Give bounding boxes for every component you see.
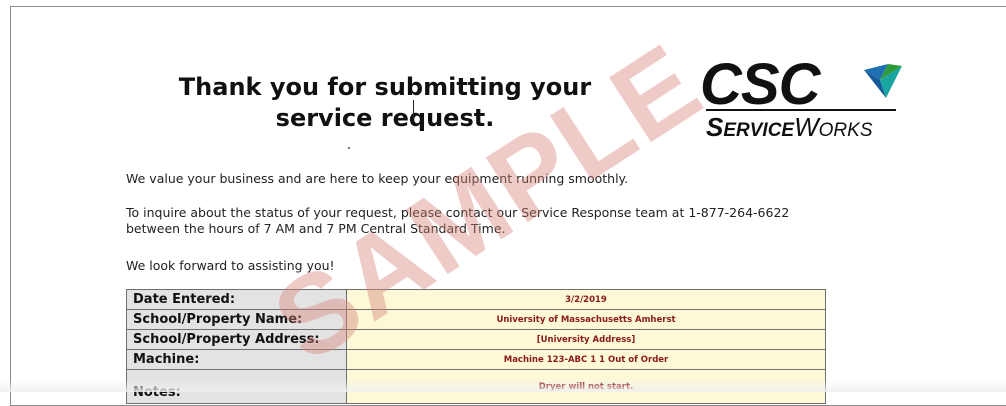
page-heading: Thank you for submitting your service re… — [150, 72, 620, 134]
row-value: Machine 123-ABC 1 1 Out of Order — [346, 349, 826, 370]
logo-brand: CSC — [700, 52, 820, 117]
table-row: Date Entered: 3/2/2019 — [126, 289, 826, 310]
row-label: School/Property Address: — [126, 329, 347, 350]
table-row: School/Property Name: University of Mass… — [126, 309, 826, 330]
row-value: University of Massachusetts Amherst — [346, 309, 826, 330]
intro-paragraph: We value your business and are here to k… — [126, 171, 629, 186]
row-label: School/Property Name: — [126, 309, 347, 330]
bottom-edge — [0, 380, 1006, 392]
stray-dot — [348, 147, 350, 149]
table-row: School/Property Address: [University Add… — [126, 329, 826, 350]
logo-tagline: SERVICEWORKS — [706, 112, 873, 142]
logo-star-icon — [864, 64, 902, 98]
contact-paragraph-line-1: To inquire about the status of your requ… — [126, 205, 790, 220]
row-value: [University Address] — [346, 329, 826, 350]
table-row: Machine: Machine 123-ABC 1 1 Out of Orde… — [126, 349, 826, 370]
contact-paragraph-line-2: between the hours of 7 AM and 7 PM Centr… — [126, 221, 506, 236]
text-cursor — [413, 100, 414, 122]
row-value: 3/2/2019 — [346, 289, 826, 310]
heading-line-1: Thank you for submitting your — [178, 73, 592, 101]
csc-serviceworks-logo: CSC SERVICEWORKS — [698, 54, 908, 142]
row-label: Machine: — [126, 349, 347, 370]
closing-paragraph: We look forward to assisting you! — [126, 258, 335, 273]
heading-line-2: service request. — [275, 104, 495, 132]
row-label: Date Entered: — [126, 289, 347, 310]
logo-rule — [706, 109, 896, 111]
